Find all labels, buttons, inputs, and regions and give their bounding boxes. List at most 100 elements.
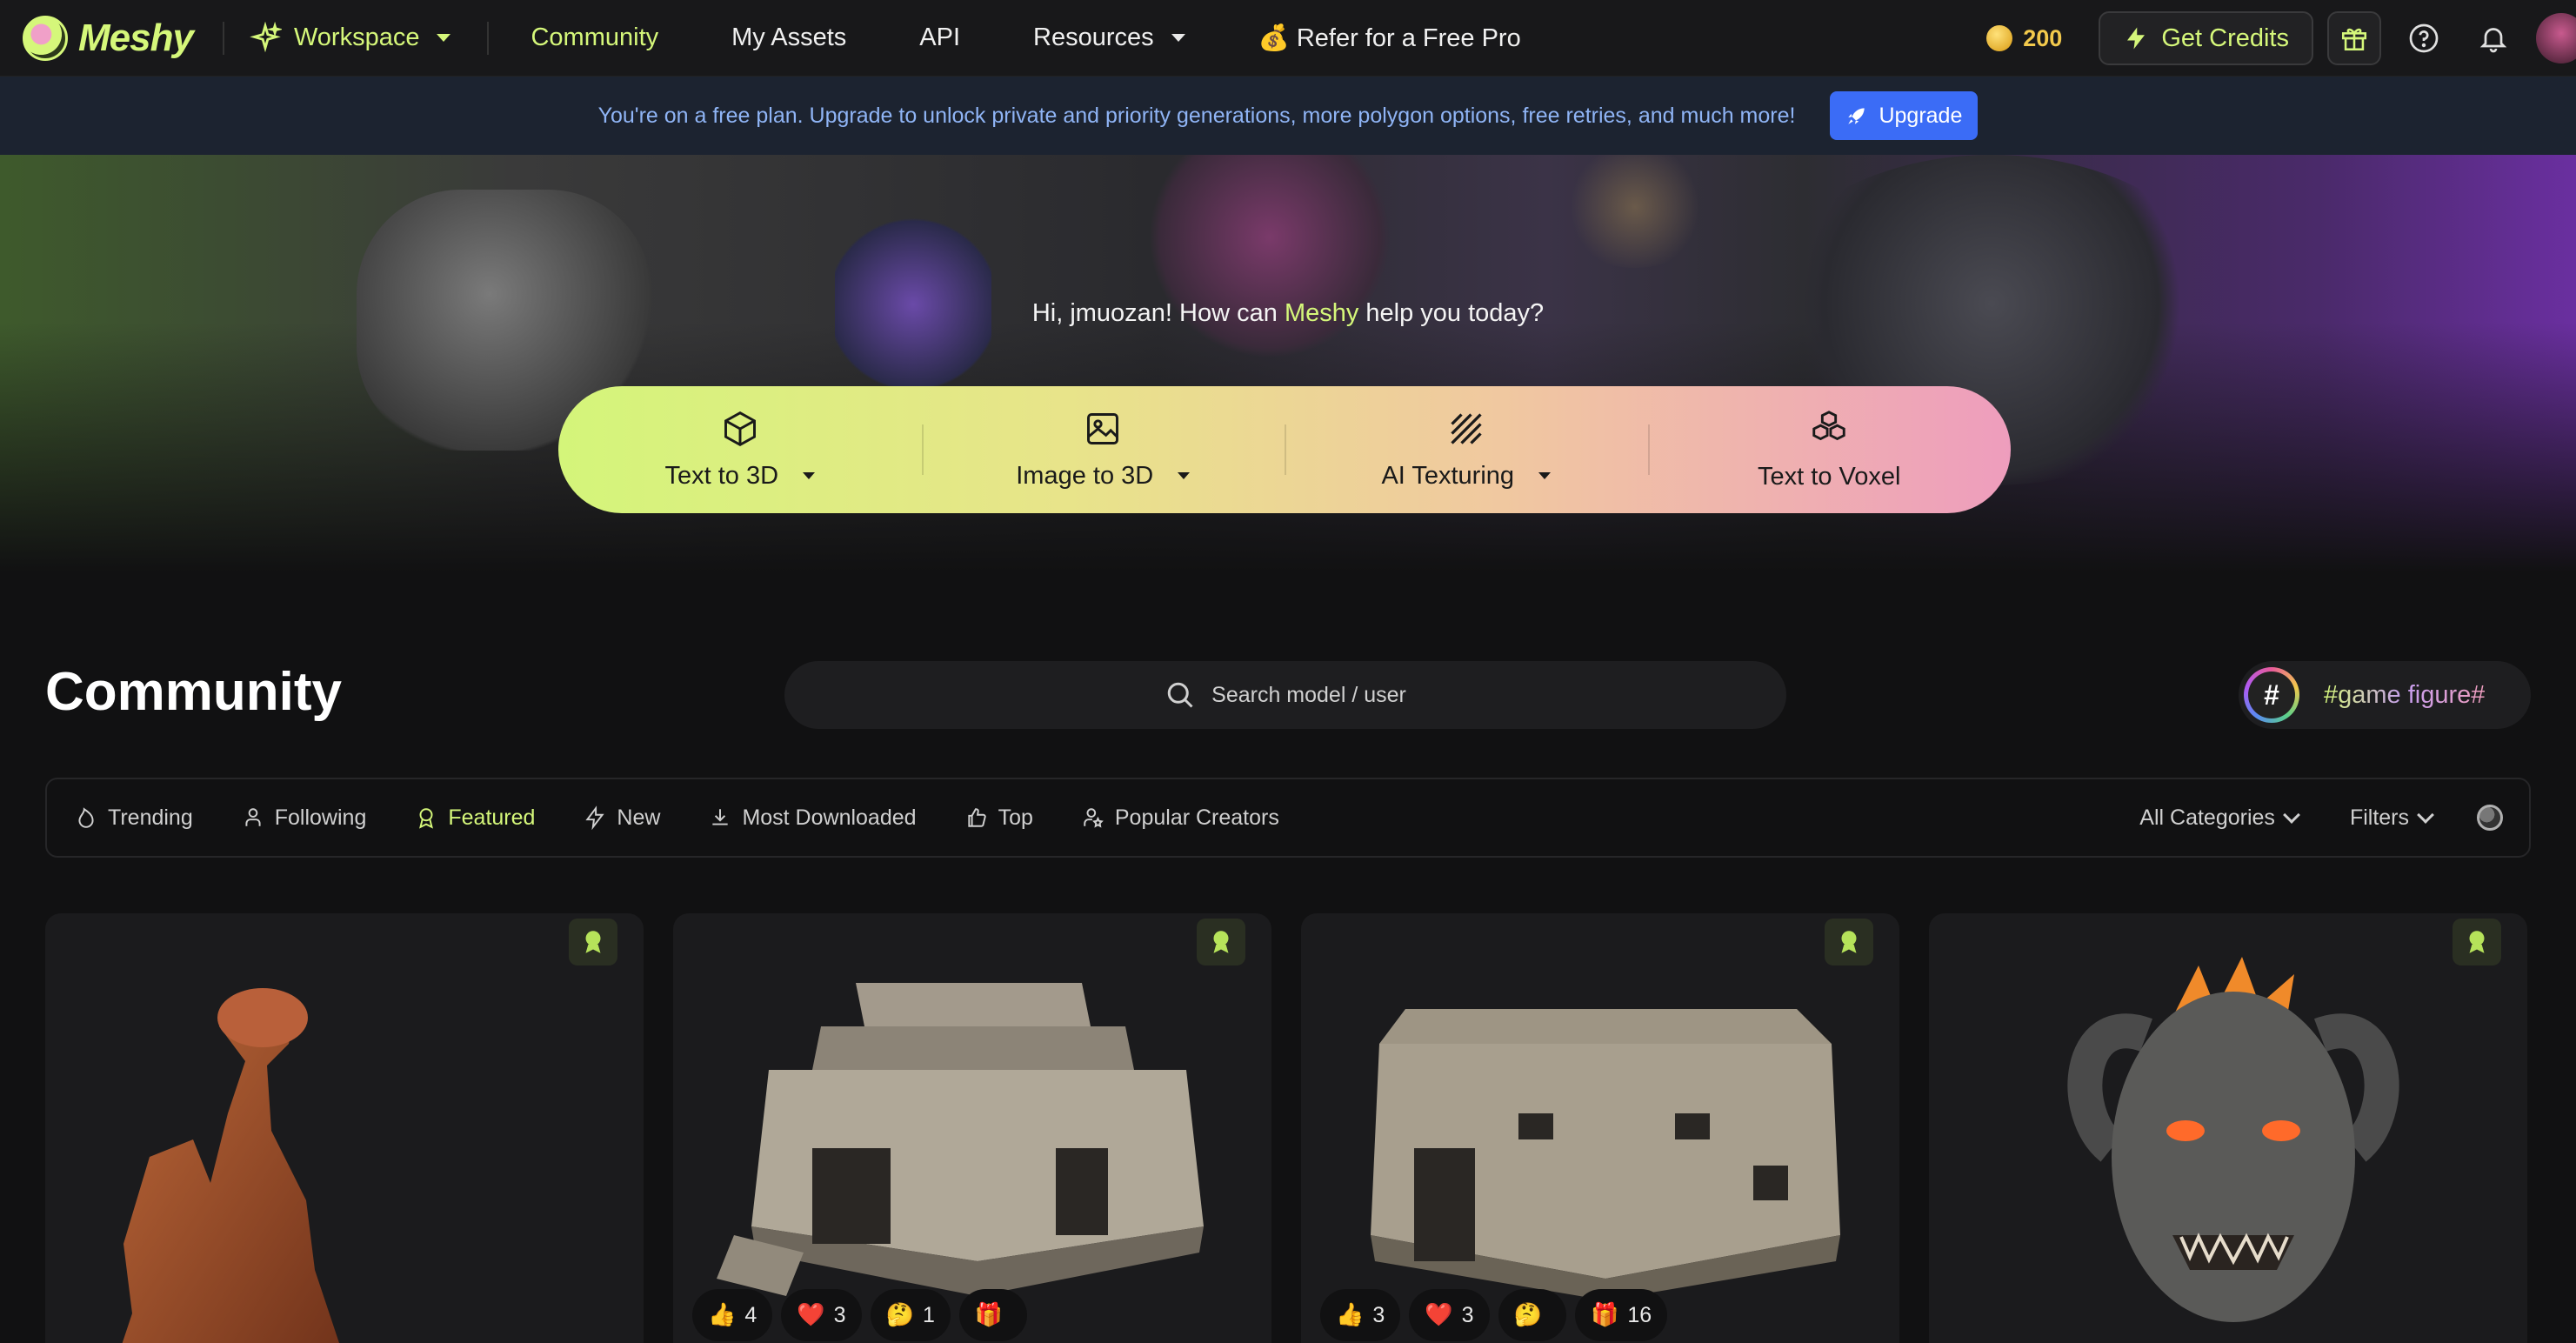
user-icon	[245, 808, 261, 826]
tab-top[interactable]: Top	[965, 805, 1033, 831]
featured-badge	[2453, 919, 2501, 965]
help-button[interactable]	[2397, 11, 2451, 65]
hashtag-icon: #	[2244, 667, 2299, 723]
reaction-thumbs-up[interactable]: 👍 3	[1320, 1289, 1401, 1341]
nav-api[interactable]: API	[919, 23, 960, 52]
filter-controls: All Categories Filters	[2139, 779, 2503, 856]
reaction-thinking[interactable]: 🤔 1	[870, 1289, 951, 1341]
view-toggle-icon[interactable]	[2477, 805, 2503, 831]
mode-ai-texturing[interactable]: AI Texturing	[1285, 386, 1648, 513]
model-thumbnail-rock	[122, 988, 339, 1343]
mode-text-to-3d[interactable]: Text to 3D	[558, 386, 922, 513]
workspace-label: Workspace	[293, 23, 420, 51]
featured-badge	[1825, 919, 1873, 965]
user-star-icon	[1084, 808, 1104, 828]
reaction-heart[interactable]: ❤️ 3	[1409, 1289, 1490, 1341]
tab-popular-creators[interactable]: Popular Creators	[1082, 805, 1279, 831]
hero-mushroom-image	[1557, 155, 1713, 268]
chevron-down-icon[interactable]	[803, 472, 816, 479]
nav-resources[interactable]: Resources	[1033, 23, 1185, 52]
gift-icon	[2341, 28, 2367, 51]
award-icon	[585, 931, 601, 953]
get-credits-button[interactable]: Get Credits	[2099, 11, 2313, 65]
featured-badge	[569, 919, 617, 965]
hero-potion-image	[835, 190, 991, 398]
reaction-bar: 👍 3 ❤️ 3 🤔 🎁 16	[1320, 1289, 1668, 1341]
chevron-down-icon	[2283, 806, 2300, 824]
model-thumbnail-temple	[717, 983, 1204, 1296]
category-select[interactable]: All Categories	[2139, 805, 2300, 831]
filter-bar: Trending Following Featured New Most Dow…	[45, 778, 2531, 858]
logo[interactable]: Meshy	[23, 15, 194, 61]
reaction-bar: 👍 4 ❤️ 3 🤔 1 🎁	[692, 1289, 1028, 1341]
upgrade-banner: You're on a free plan. Upgrade to unlock…	[0, 77, 2576, 155]
chevron-down-icon	[2417, 806, 2434, 824]
generation-modes: Text to 3D Image to 3D AI Texturing Text…	[558, 386, 2011, 513]
reaction-thinking[interactable]: 🤔	[1498, 1289, 1566, 1341]
search-input[interactable]: Search model / user	[784, 661, 1786, 729]
tab-following[interactable]: Following	[242, 805, 366, 831]
upgrade-button[interactable]: Upgrade	[1830, 91, 1979, 140]
mode-text-to-voxel[interactable]: Text to Voxel	[1647, 386, 2012, 513]
reaction-heart[interactable]: ❤️ 3	[781, 1289, 862, 1341]
search-icon	[1167, 682, 1193, 708]
credit-balance[interactable]: 200	[1986, 25, 2062, 52]
award-icon	[419, 808, 434, 829]
model-thumbnail-demon	[2067, 957, 2399, 1322]
tab-new[interactable]: New	[584, 805, 660, 831]
help-icon	[2409, 23, 2439, 53]
bolt-icon	[2127, 27, 2146, 50]
gift-button[interactable]	[2327, 11, 2381, 65]
texture-icon	[1451, 412, 1482, 444]
nav-refer[interactable]: 💰 Refer for a Free Pro	[1258, 23, 1521, 53]
tab-trending[interactable]: Trending	[75, 805, 193, 831]
workspace-menu[interactable]: Workspace	[249, 21, 451, 55]
mode-image-to-3d[interactable]: Image to 3D	[921, 386, 1285, 513]
image-icon	[1087, 412, 1119, 444]
page-title: Community	[45, 662, 342, 722]
model-card[interactable]	[45, 913, 644, 1343]
meshy-logo-icon	[23, 15, 68, 61]
model-card[interactable]: 👍 4 ❤️ 3 🤔 1 🎁	[673, 913, 1271, 1343]
chevron-down-icon	[437, 34, 451, 42]
model-card[interactable]: 👍 3 ❤️ 3 🤔 🎁 16	[1301, 913, 1899, 1343]
hero-greeting: Hi, jmuozan! How can Meshy help you toda…	[1031, 299, 1545, 327]
notifications-button[interactable]	[2466, 11, 2520, 65]
rocket-icon	[1848, 108, 1865, 124]
sparkle-icon	[250, 21, 282, 52]
logo-text: Meshy	[78, 16, 194, 59]
award-icon	[1841, 931, 1857, 953]
tab-most-downloaded[interactable]: Most Downloaded	[709, 805, 917, 831]
tag-label: #game figure#	[2324, 680, 2486, 709]
nav-my-assets[interactable]: My Assets	[731, 23, 846, 52]
bolt-icon	[585, 805, 605, 830]
thumbs-up-icon	[967, 808, 986, 827]
nav-community[interactable]: Community	[531, 23, 658, 52]
tab-featured[interactable]: Featured	[415, 805, 535, 831]
award-icon	[2469, 931, 2485, 953]
filters-select[interactable]: Filters	[2350, 805, 2434, 831]
reaction-gift[interactable]: 🎁	[958, 1289, 1028, 1341]
reaction-gift[interactable]: 🎁 16	[1574, 1289, 1668, 1341]
model-grid: 👍 4 ❤️ 3 🤔 1 🎁 👍 3 ❤️ 3 🤔 🎁 16	[45, 913, 2531, 1343]
reaction-thumbs-up[interactable]: 👍 4	[692, 1289, 773, 1341]
nav-divider	[222, 21, 224, 55]
chevron-down-icon[interactable]	[1538, 472, 1552, 479]
cube-icon	[724, 411, 756, 446]
model-thumbnail-ruin	[1371, 1009, 1840, 1300]
search-placeholder: Search model / user	[1211, 682, 1406, 707]
hero: Hi, jmuozan! How can Meshy help you toda…	[0, 155, 2576, 572]
chevron-down-icon	[1171, 34, 1185, 42]
coin-icon	[1986, 25, 2013, 51]
model-card[interactable]	[1929, 913, 2527, 1343]
banner-text: You're on a free plan. Upgrade to unlock…	[597, 103, 1796, 128]
chevron-down-icon[interactable]	[1178, 472, 1191, 479]
credit-count: 200	[2023, 24, 2063, 51]
tag-chip[interactable]: # #game figure#	[2239, 661, 2531, 729]
avatar[interactable]	[2536, 13, 2576, 63]
award-icon	[1213, 931, 1229, 953]
nav-divider	[487, 21, 490, 55]
flame-icon	[78, 807, 94, 828]
nav-right: 200 Get Credits	[1986, 0, 2576, 77]
voxel-icon	[1812, 410, 1845, 440]
